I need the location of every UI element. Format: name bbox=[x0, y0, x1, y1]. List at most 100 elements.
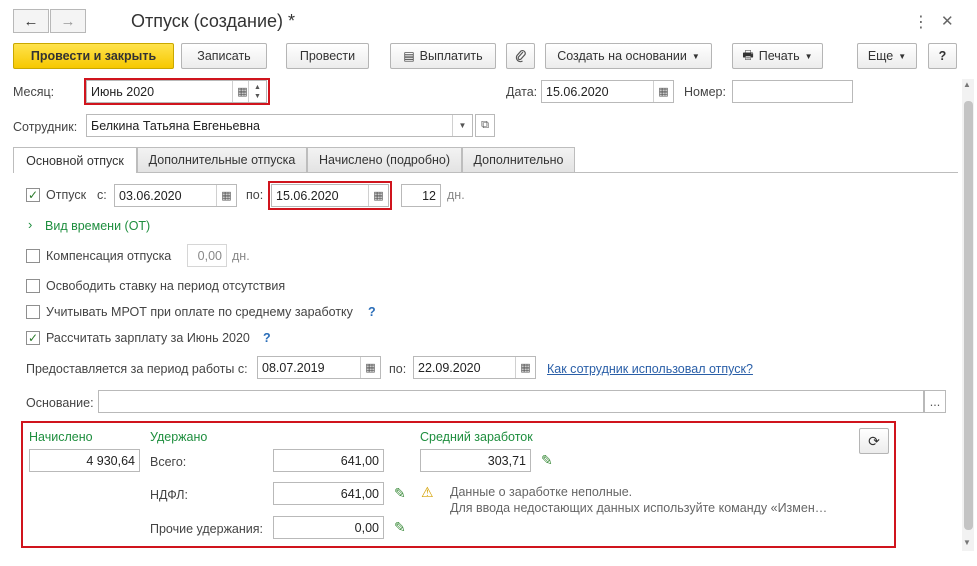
pay-button[interactable]: ▤ Выплатить bbox=[390, 43, 496, 69]
employee-value: Белкина Татьяна Евгеньевна bbox=[91, 118, 260, 133]
period-from-field[interactable]: 08.07.2019 ▦ bbox=[257, 356, 381, 379]
calc-salary-checkbox[interactable]: ✓ bbox=[26, 331, 40, 345]
warning-icon: ⚠ bbox=[421, 484, 434, 500]
page-title: Отпуск (создание) * bbox=[131, 11, 296, 31]
tab-panel-border bbox=[13, 172, 958, 173]
vacation-from-value: 03.06.2020 bbox=[119, 188, 182, 203]
warning-line-1: Данные о заработке неполные. bbox=[450, 485, 633, 499]
tab-main-vacation[interactable]: Основной отпуск bbox=[13, 147, 137, 173]
tab-additional[interactable]: Дополнительно bbox=[462, 147, 575, 172]
vacation-from-label: с: bbox=[97, 188, 107, 202]
accrued-field[interactable]: 4 930,64 bbox=[29, 449, 140, 472]
mrot-label: Учитывать МРОТ при оплате по среднему за… bbox=[46, 305, 353, 319]
number-label: Номер: bbox=[684, 85, 726, 99]
help-button[interactable]: ? bbox=[928, 43, 957, 69]
calendar-icon[interactable]: ▦ bbox=[653, 81, 673, 102]
attach-button[interactable] bbox=[506, 43, 535, 69]
dropdown-arrow-icon[interactable]: ▼ bbox=[452, 115, 472, 136]
paperclip-icon bbox=[515, 50, 526, 63]
employee-label: Сотрудник: bbox=[13, 120, 78, 134]
calc-salary-help-icon[interactable]: ? bbox=[263, 331, 271, 345]
withheld-total-label: Всего: bbox=[150, 455, 187, 469]
other-withholdings-value: 0,00 bbox=[354, 520, 379, 535]
print-button-label: Печать bbox=[758, 49, 800, 63]
basis-label: Основание: bbox=[26, 396, 94, 410]
accrued-label: Начислено bbox=[29, 430, 93, 444]
tab-accrued-detailed[interactable]: Начислено (подробно) bbox=[307, 147, 462, 172]
forward-button[interactable]: → bbox=[50, 9, 86, 33]
open-employee-button[interactable]: ⧉ bbox=[475, 114, 495, 137]
compensation-checkbox[interactable] bbox=[26, 249, 40, 263]
checkmark-icon: ✓ bbox=[27, 331, 39, 345]
vacation-days-field[interactable]: 12 bbox=[401, 184, 441, 207]
withheld-label: Удержано bbox=[150, 430, 208, 444]
chevron-right-icon[interactable]: › bbox=[28, 217, 32, 232]
mrot-help-icon[interactable]: ? bbox=[368, 305, 376, 319]
write-button[interactable]: Записать bbox=[181, 43, 267, 69]
checkmark-icon: ✓ bbox=[27, 188, 39, 202]
period-to-label: по: bbox=[389, 362, 407, 376]
withheld-total-value: 641,00 bbox=[340, 453, 379, 468]
refresh-button[interactable]: ⟳ bbox=[859, 428, 889, 454]
date-label: Дата: bbox=[506, 85, 538, 99]
basis-select-button[interactable]: ... bbox=[924, 390, 946, 413]
calendar-icon[interactable]: ▦ bbox=[360, 357, 380, 378]
post-button[interactable]: Провести bbox=[286, 43, 369, 69]
vacation-usage-link[interactable]: Как сотрудник использовал отпуск? bbox=[547, 362, 753, 376]
accrued-value: 4 930,64 bbox=[86, 453, 135, 468]
compensation-days-value: 0,00 bbox=[197, 248, 222, 263]
vacation-from-field[interactable]: 03.06.2020 ▦ bbox=[114, 184, 237, 207]
ndfl-field[interactable]: 641,00 bbox=[273, 482, 384, 505]
date-field[interactable]: 15.06.2020 ▦ bbox=[541, 80, 674, 103]
arrow-left-icon: ← bbox=[23, 12, 39, 30]
pay-button-label: Выплатить bbox=[419, 49, 483, 63]
vacation-checkbox[interactable]: ✓ bbox=[26, 188, 40, 202]
pencil-icon[interactable]: ✎ bbox=[394, 485, 406, 502]
close-icon[interactable]: ✕ bbox=[941, 12, 954, 30]
period-label: Предоставляется за период работы с: bbox=[26, 362, 248, 376]
vacation-to-highlight bbox=[268, 181, 392, 210]
dropdown-arrow-icon: ▼ bbox=[804, 51, 813, 61]
compensation-days-unit: дн. bbox=[232, 249, 250, 263]
period-from-value: 08.07.2019 bbox=[262, 360, 325, 375]
compensation-days-field[interactable]: 0,00 bbox=[187, 244, 227, 267]
vacation-to-label: по: bbox=[246, 188, 264, 202]
print-button[interactable]: 🖶 Печать ▼ bbox=[732, 43, 823, 69]
document-icon: ▤ bbox=[403, 49, 415, 63]
dropdown-arrow-icon: ▼ bbox=[691, 51, 700, 61]
period-to-field[interactable]: 22.09.2020 ▦ bbox=[413, 356, 536, 379]
vacation-days-value: 12 bbox=[422, 188, 436, 203]
create-based-on-label: Создать на основании bbox=[557, 49, 687, 63]
vacation-days-unit: дн. bbox=[447, 188, 465, 202]
average-earnings-value: 303,71 bbox=[487, 453, 526, 468]
post-and-close-button[interactable]: Провести и закрыть bbox=[13, 43, 174, 69]
more-button[interactable]: Еще ▼ bbox=[857, 43, 917, 69]
employee-field[interactable]: Белкина Татьяна Евгеньевна ▼ bbox=[86, 114, 473, 137]
calc-salary-label: Рассчитать зарплату за Июнь 2020 bbox=[46, 331, 250, 345]
arrow-right-icon: → bbox=[60, 12, 76, 30]
basis-field[interactable] bbox=[98, 390, 924, 413]
scroll-up-icon[interactable]: ▲ bbox=[963, 80, 971, 89]
printer-icon: 🖶 bbox=[742, 47, 754, 62]
tab-additional-vacations[interactable]: Дополнительные отпуска bbox=[137, 147, 307, 172]
open-link-icon: ⧉ bbox=[481, 119, 489, 131]
scrollbar-thumb[interactable] bbox=[964, 101, 973, 530]
time-type-link[interactable]: Вид времени (ОТ) bbox=[45, 219, 150, 233]
window-menu-icon[interactable]: ⋮ bbox=[913, 12, 929, 32]
scroll-down-icon[interactable]: ▼ bbox=[963, 538, 971, 547]
calendar-icon[interactable]: ▦ bbox=[216, 185, 236, 206]
number-field[interactable] bbox=[732, 80, 853, 103]
release-rate-checkbox[interactable] bbox=[26, 279, 40, 293]
more-button-label: Еще bbox=[867, 49, 894, 63]
withheld-total-field[interactable]: 641,00 bbox=[273, 449, 384, 472]
pencil-icon[interactable]: ✎ bbox=[394, 519, 406, 536]
other-withholdings-label: Прочие удержания: bbox=[150, 522, 264, 536]
average-earnings-label: Средний заработок bbox=[420, 430, 533, 444]
calendar-icon[interactable]: ▦ bbox=[515, 357, 535, 378]
back-button[interactable]: ← bbox=[13, 9, 49, 33]
mrot-checkbox[interactable] bbox=[26, 305, 40, 319]
create-based-on-button[interactable]: Создать на основании ▼ bbox=[545, 43, 712, 69]
other-withholdings-field[interactable]: 0,00 bbox=[273, 516, 384, 539]
average-earnings-field[interactable]: 303,71 bbox=[420, 449, 531, 472]
pencil-icon[interactable]: ✎ bbox=[541, 452, 553, 469]
